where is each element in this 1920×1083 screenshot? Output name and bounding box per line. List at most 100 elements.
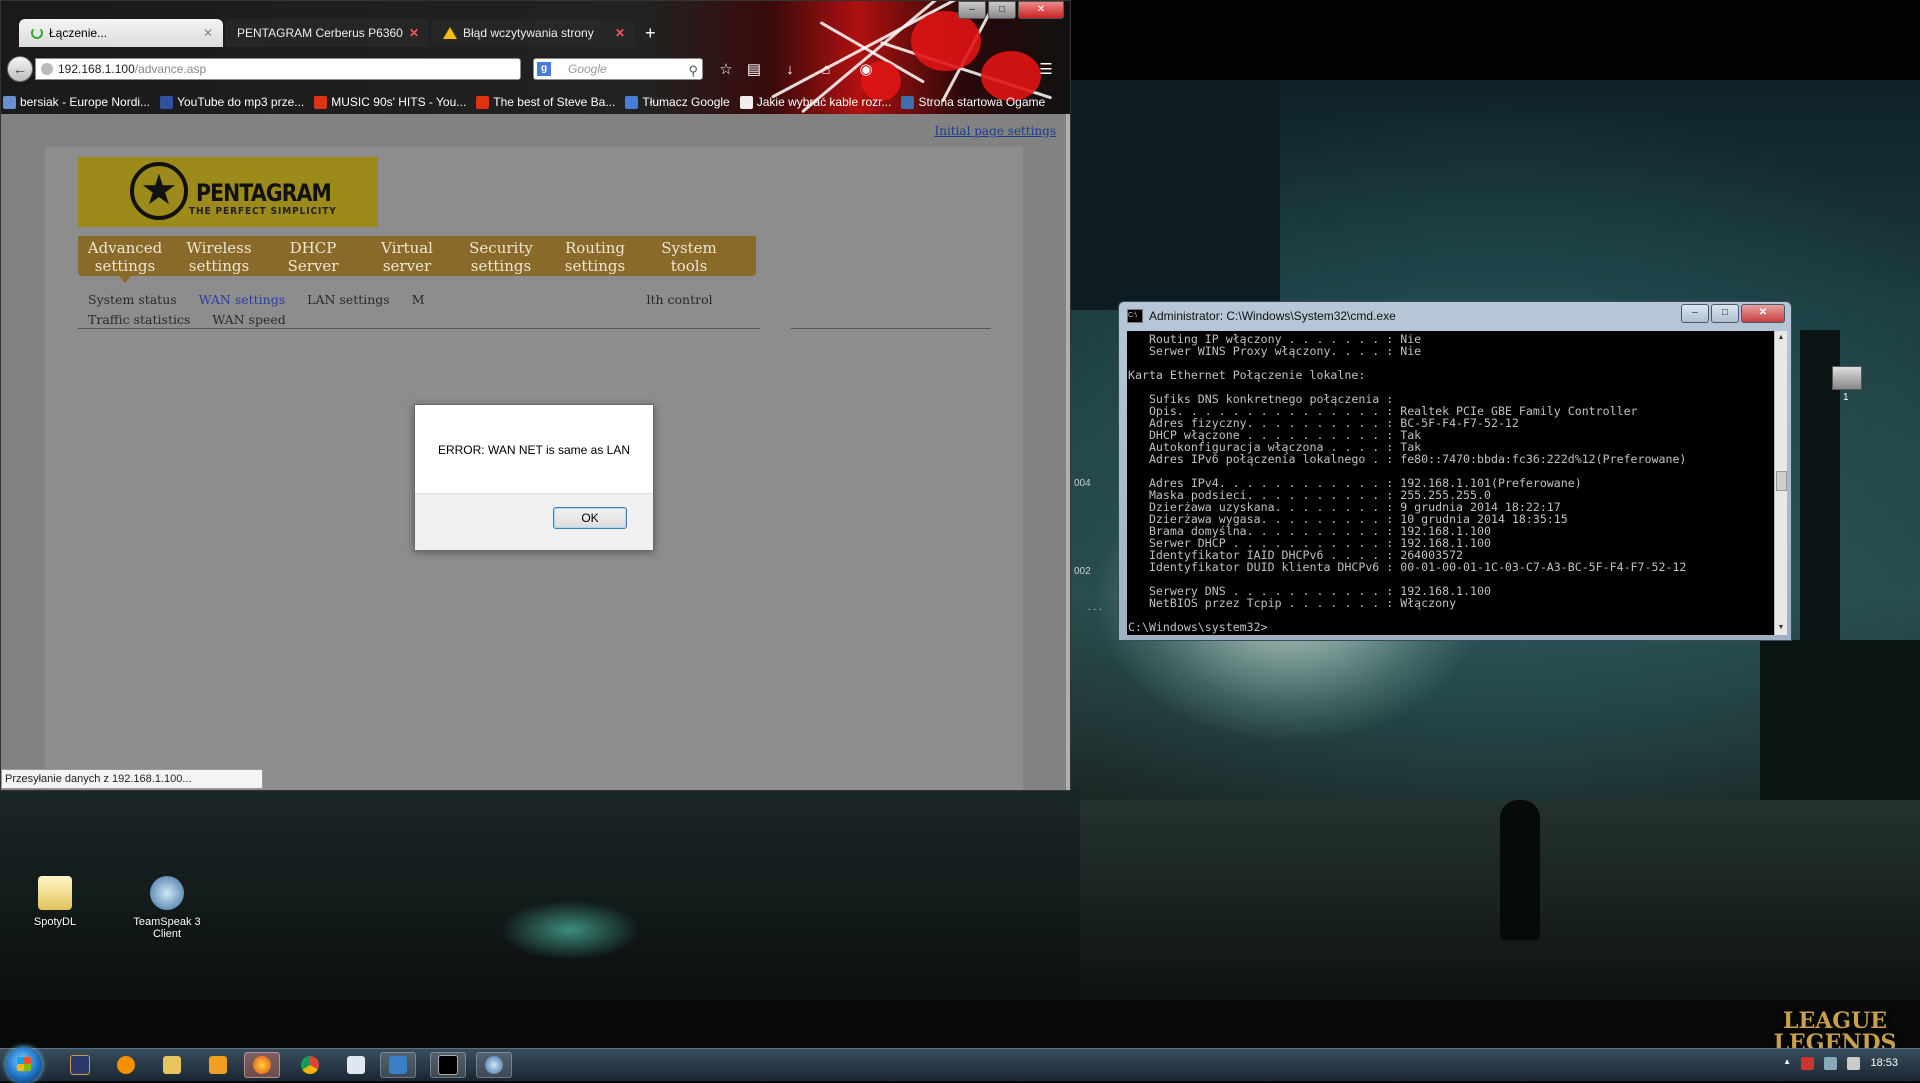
submenu-traffic-statistics[interactable]: Traffic statistics xyxy=(88,312,190,327)
desktop-widget-label: 1 xyxy=(1843,392,1849,403)
scroll-down-icon[interactable]: ▼ xyxy=(1775,621,1787,635)
tray-expand-icon[interactable]: ▲ xyxy=(1783,1057,1791,1070)
tab-pentagram[interactable]: PENTAGRAM Cerberus P6360 P... ✕ xyxy=(225,19,429,47)
scroll-thumb[interactable] xyxy=(1776,471,1787,491)
home-icon[interactable]: ⌂ xyxy=(817,61,835,79)
start-button[interactable] xyxy=(6,1047,42,1083)
bookmark-item[interactable]: MUSIC 90s' HITS - You... xyxy=(314,91,466,113)
browser-chrome: – □ ✕ Łączenie... ✕ PENTAGRAM Cerberus P… xyxy=(1,1,1070,114)
submenu-wan-settings[interactable]: WAN settings xyxy=(199,292,286,307)
taskbar-league-launcher[interactable] xyxy=(62,1052,98,1078)
google-engine-icon[interactable]: g xyxy=(537,62,551,76)
bookmark-item[interactable]: Strona startowa Ogame xyxy=(901,91,1045,113)
menu-security-settings[interactable]: Security settings xyxy=(454,236,548,276)
wallpaper-text-004: 004 xyxy=(1074,478,1091,489)
pentagram-logo: ★ PENTAGRAM THE PERFECT SIMPLICITY xyxy=(78,157,378,227)
taskbar-chrome[interactable] xyxy=(292,1052,328,1078)
bookmark-item[interactable]: The best of Steve Ba... xyxy=(476,91,615,113)
menu-icon[interactable]: ☰ xyxy=(1037,61,1055,79)
taskbar-explorer[interactable] xyxy=(154,1052,190,1078)
menu-wireless-settings[interactable]: Wireless settings xyxy=(172,236,266,276)
loading-spinner-icon xyxy=(31,27,43,39)
taskbar-notepad[interactable] xyxy=(338,1052,374,1078)
teamspeak-icon xyxy=(485,1056,503,1074)
wallpaper-bottom-band xyxy=(0,1000,1920,1048)
taskbar-teamspeak[interactable] xyxy=(476,1052,512,1078)
submenu-lan-settings[interactable]: LAN settings xyxy=(307,292,390,307)
chrome-icon xyxy=(301,1056,319,1074)
bookmark-item[interactable]: Jakie wybrać kable rozr... xyxy=(739,91,891,113)
taskbar-media-player[interactable] xyxy=(200,1052,236,1078)
page-scrollbar[interactable] xyxy=(1066,114,1070,790)
folder-icon xyxy=(38,876,72,910)
back-button[interactable]: ← xyxy=(7,56,33,82)
action-center-flag-icon[interactable] xyxy=(1801,1057,1814,1070)
cmd-titlebar[interactable]: C:\ Administrator: C:\Windows\System32\c… xyxy=(1127,306,1396,326)
submenu-wan-speed[interactable]: WAN speed xyxy=(212,312,285,327)
search-icon[interactable]: ⚲ xyxy=(688,61,698,81)
youtube-icon xyxy=(476,95,490,109)
teamspeak-icon xyxy=(150,876,184,910)
tab-close-icon[interactable]: ✕ xyxy=(203,19,213,47)
tab-strip: Łączenie... ✕ PENTAGRAM Cerberus P6360 P… xyxy=(19,19,656,47)
menu-routing-settings[interactable]: Routing settings xyxy=(548,236,642,276)
bookmark-item[interactable]: YouTube do mp3 prze... xyxy=(160,91,304,113)
maximize-button[interactable]: □ xyxy=(988,1,1016,19)
menu-dhcp-server[interactable]: DHCP Server xyxy=(266,236,360,276)
taskbar-clock[interactable]: 18:53 xyxy=(1870,1057,1898,1069)
submenu-bandwidth-control[interactable]: lth control xyxy=(646,292,712,307)
router-page: Initial page settings ★ PENTAGRAM THE PE… xyxy=(1,114,1066,790)
desktop-icon-label: TeamSpeak 3 Client xyxy=(133,916,201,940)
cmd-minimize-button[interactable]: – xyxy=(1681,304,1709,323)
taskbar-cmd[interactable] xyxy=(430,1052,466,1078)
url-path: /advance.asp xyxy=(134,62,207,76)
downloads-icon[interactable]: ↓ xyxy=(781,61,799,79)
new-tab-button[interactable]: + xyxy=(645,19,656,47)
router-submenu: System status WAN settings LAN settings … xyxy=(88,290,758,330)
cmd-console[interactable]: Routing IP włączony . . . . . . . : Nie … xyxy=(1127,331,1774,635)
warning-icon xyxy=(443,27,457,39)
desktop-icon-spotydl[interactable]: SpotyDL xyxy=(10,876,100,928)
menu-virtual-server[interactable]: Virtual server xyxy=(360,236,454,276)
tab-close-icon[interactable]: ✕ xyxy=(409,19,419,47)
volume-icon[interactable] xyxy=(1847,1057,1860,1070)
submenu-m-item[interactable]: M xyxy=(412,292,425,307)
browser-window: – □ ✕ Łączenie... ✕ PENTAGRAM Cerberus P… xyxy=(0,0,1071,791)
tab-connecting[interactable]: Łączenie... ✕ xyxy=(19,19,223,47)
cmd-window-controls: – □ ✕ xyxy=(1681,304,1785,323)
desktop-icon-teamspeak[interactable]: TeamSpeak 3 Client xyxy=(122,876,212,940)
bookmarks-list-icon[interactable]: ▤ xyxy=(745,61,763,79)
network-icon[interactable] xyxy=(1824,1057,1837,1070)
cmd-maximize-button[interactable]: □ xyxy=(1711,304,1739,323)
bookmark-item[interactable]: bersiak - Europe Nordi... xyxy=(3,91,150,113)
cmd-scrollbar[interactable]: ▲ ▼ xyxy=(1774,331,1787,635)
firefox-icon xyxy=(253,1056,271,1074)
tab-close-icon[interactable]: ✕ xyxy=(615,19,625,47)
search-input[interactable]: g Google ⚲ xyxy=(533,58,703,80)
bookmark-favicon-icon xyxy=(3,95,16,109)
ok-button[interactable]: OK xyxy=(553,507,627,529)
menu-advanced-settings[interactable]: Advanced settings xyxy=(78,236,172,283)
desktop-widget[interactable] xyxy=(1832,366,1862,390)
tower-silhouette xyxy=(1070,80,1280,310)
cmd-close-button[interactable]: ✕ xyxy=(1741,304,1785,323)
monitor-icon xyxy=(389,1056,407,1074)
taskbar-avast[interactable] xyxy=(108,1052,144,1078)
initial-page-settings-link[interactable]: Initial page settings xyxy=(934,124,1056,138)
addon-icon[interactable]: ◉ xyxy=(857,61,875,79)
console-icon xyxy=(438,1055,458,1075)
submenu-system-status[interactable]: System status xyxy=(88,292,177,307)
taskbar-remote-desktop[interactable] xyxy=(380,1052,416,1078)
scroll-up-icon[interactable]: ▲ xyxy=(1775,331,1787,345)
menu-system-tools[interactable]: System tools xyxy=(642,236,736,276)
bookmark-item[interactable]: Tłumacz Google xyxy=(625,91,730,113)
tab-load-error[interactable]: Błąd wczytywania strony ✕ xyxy=(431,19,635,47)
search-placeholder: Google xyxy=(568,62,607,76)
bookmark-star-icon[interactable]: ☆ xyxy=(717,61,735,79)
taskbar-firefox[interactable] xyxy=(244,1052,280,1078)
logo-tagline: THE PERFECT SIMPLICITY xyxy=(189,206,337,217)
cmd-title-text: Administrator: C:\Windows\System32\cmd.e… xyxy=(1149,309,1396,323)
minimize-button[interactable]: – xyxy=(958,1,986,19)
url-bar[interactable]: 192.168.1.100/advance.asp xyxy=(35,58,521,80)
close-button[interactable]: ✕ xyxy=(1018,1,1064,19)
